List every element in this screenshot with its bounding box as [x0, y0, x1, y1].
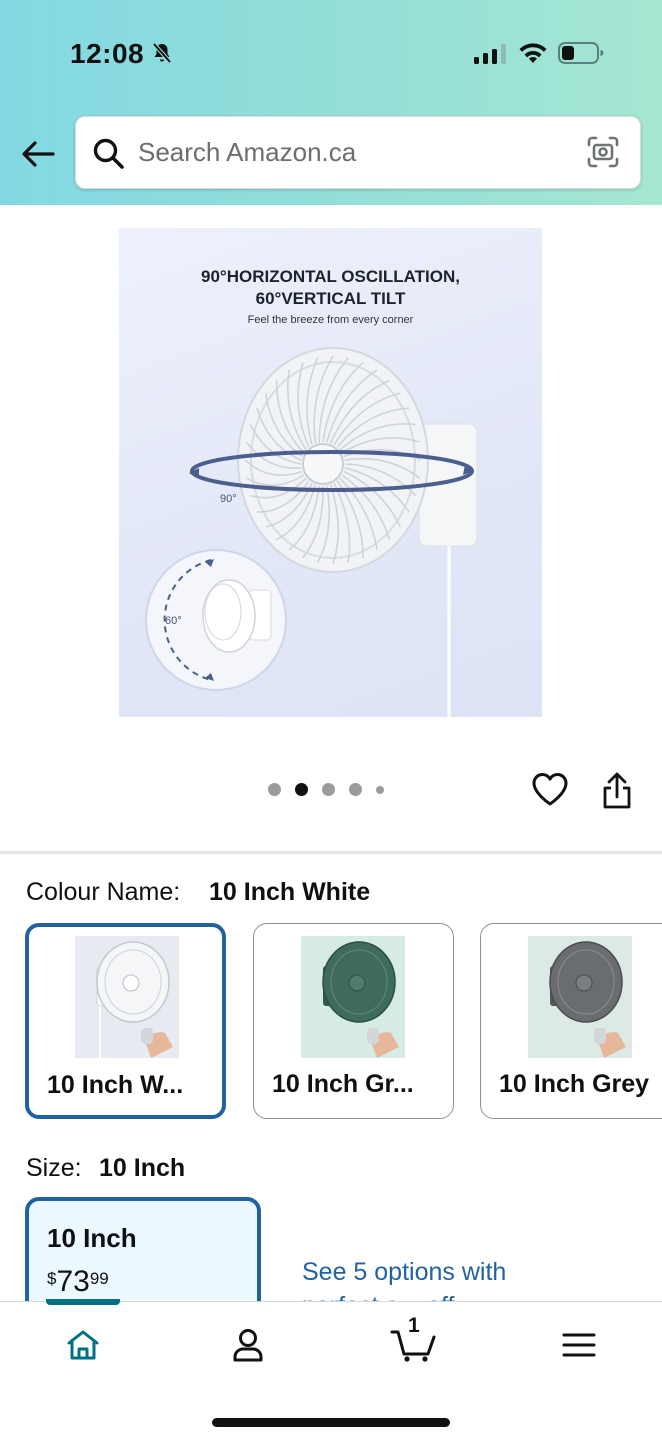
- colour-option-white[interactable]: 10 Inch W...: [25, 923, 226, 1119]
- wifi-icon: [519, 43, 547, 63]
- see-options-link[interactable]: See 5 options with: [302, 1258, 506, 1287]
- swatch-fan-image: [75, 936, 179, 1058]
- nav-home[interactable]: [53, 1320, 113, 1370]
- cart-count: 1: [408, 1314, 420, 1337]
- size-value: 10 Inch: [99, 1154, 186, 1182]
- arrow-left-icon: [22, 141, 55, 167]
- angle-vertical-label: 60°: [165, 615, 182, 627]
- colour-value: 10 Inch White: [209, 878, 371, 906]
- swatch-label: 10 Inch W...: [47, 1071, 184, 1099]
- image-heading-line1: 90°HORIZONTAL OSCILLATION,: [201, 267, 460, 286]
- section-divider: [0, 851, 662, 854]
- header: 12:08: [0, 0, 662, 205]
- home-icon: [67, 1330, 99, 1360]
- product-page: 12:08 Search Amazon.ca 90° 60° 90°HORIZO…: [0, 0, 662, 1440]
- nav-menu[interactable]: [549, 1320, 609, 1370]
- image-subheading: Feel the breeze from every corner: [247, 314, 414, 326]
- battery-icon: [558, 42, 604, 64]
- search-icon: [93, 138, 124, 169]
- swatch-label: 10 Inch Grey: [499, 1070, 650, 1098]
- cellular-signal-icon: [474, 44, 506, 64]
- swatch-label: 10 Inch Gr...: [272, 1070, 414, 1098]
- search-bar[interactable]: [75, 116, 641, 189]
- colour-option-green[interactable]: 10 Inch Gr...: [253, 923, 454, 1119]
- nav-account[interactable]: [218, 1320, 278, 1370]
- carousel-dot[interactable]: [268, 783, 281, 796]
- nav-active-indicator: [46, 1299, 120, 1305]
- image-heading-line2: 60°VERTICAL TILT: [255, 289, 406, 308]
- heart-icon[interactable]: [531, 771, 569, 807]
- colour-label: Colour Name:: [26, 878, 181, 906]
- swatch-fan-image: [301, 936, 405, 1058]
- image-heading: 90°HORIZONTAL OSCILLATION, 60°VERTICAL T…: [119, 266, 542, 310]
- carousel-indicator[interactable]: [268, 783, 384, 796]
- search-input[interactable]: [138, 117, 578, 188]
- hamburger-menu-icon: [562, 1333, 596, 1357]
- carousel-dot[interactable]: [349, 783, 362, 796]
- size-label: Size:: [26, 1154, 82, 1182]
- bottom-nav: 1: [0, 1299, 662, 1440]
- carousel-dot[interactable]: [376, 785, 384, 794]
- camera-search-icon[interactable]: [586, 135, 620, 169]
- status-time: 12:08: [70, 38, 145, 69]
- price-fraction: 99: [89, 1269, 109, 1288]
- share-icon[interactable]: [600, 772, 634, 810]
- back-button[interactable]: [18, 134, 58, 174]
- carousel-dot-active[interactable]: [295, 783, 308, 796]
- price-whole: 73: [56, 1265, 90, 1298]
- price: $7399: [47, 1265, 109, 1299]
- home-indicator[interactable]: [212, 1418, 450, 1427]
- angle-horizontal-label: 90°: [220, 493, 237, 505]
- price-symbol: $: [47, 1269, 57, 1288]
- product-image[interactable]: 90° 60° 90°HORIZONTAL OSCILLATION, 60°VE…: [119, 228, 542, 717]
- swatch-fan-image: [528, 936, 632, 1058]
- bell-slash-icon: [152, 42, 172, 64]
- user-icon: [233, 1329, 263, 1362]
- carousel-dot[interactable]: [322, 783, 335, 796]
- colour-option-grey[interactable]: 10 Inch Grey: [480, 923, 662, 1119]
- size-option-label: 10 Inch: [47, 1223, 137, 1253]
